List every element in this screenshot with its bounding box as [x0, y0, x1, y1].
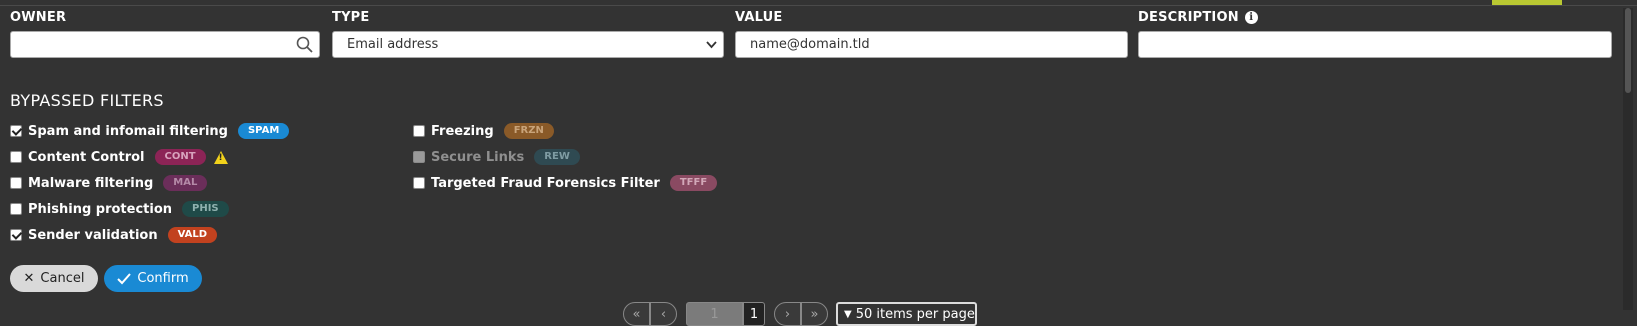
filter-label: Phishing protection [28, 201, 173, 217]
items-per-page-select[interactable]: ▼ 50 items per page [836, 302, 977, 326]
tfff-badge: TFFF [669, 175, 718, 191]
page-input[interactable]: 1 [686, 302, 743, 326]
filter-phishing[interactable]: Phishing protection PHIS [10, 199, 229, 219]
description-input[interactable] [1138, 31, 1612, 58]
filter-label: Content Control [28, 149, 145, 165]
top-divider [0, 0, 1637, 6]
value-label: VALUE [735, 10, 783, 25]
cont-badge: CONT [154, 149, 206, 165]
phishing-checkbox[interactable] [10, 203, 22, 215]
warning-icon: ! [213, 150, 228, 164]
filter-secure-links: Secure Links REW [413, 147, 580, 167]
type-select[interactable]: Email address [332, 31, 724, 58]
mal-badge: MAL [163, 175, 208, 191]
last-page-button[interactable]: » [801, 302, 828, 326]
filter-sender-validation[interactable]: Sender validation VALD [10, 225, 218, 245]
check-icon [117, 272, 132, 284]
secure-links-checkbox [413, 151, 425, 163]
next-page-button[interactable]: › [774, 302, 801, 326]
filter-targeted-fraud[interactable]: Targeted Fraud Forensics Filter TFFF [413, 173, 718, 193]
targeted-fraud-checkbox[interactable] [413, 177, 425, 189]
rew-badge: REW [534, 149, 580, 165]
description-label: DESCRIPTION [1138, 10, 1239, 25]
description-label-wrap: DESCRIPTION i [1138, 10, 1258, 25]
sender-validation-checkbox[interactable] [10, 229, 22, 241]
filter-freezing[interactable]: Freezing FRZN [413, 121, 554, 141]
bypassed-filters-title: BYPASSED FILTERS [10, 91, 164, 110]
first-page-button[interactable]: « [623, 302, 650, 326]
confirm-button[interactable]: Confirm [104, 265, 202, 292]
filter-malware[interactable]: Malware filtering MAL [10, 173, 208, 193]
filter-label: Spam and infomail filtering [28, 123, 228, 139]
chevron-down-icon [706, 41, 717, 49]
value-input[interactable]: name@domain.tld [735, 31, 1128, 58]
freezing-checkbox[interactable] [413, 125, 425, 137]
filter-spam[interactable]: Spam and infomail filtering SPAM [10, 121, 290, 141]
scrollbar-thumb[interactable] [1625, 8, 1631, 93]
owner-search-input[interactable] [10, 31, 320, 58]
malware-checkbox[interactable] [10, 177, 22, 189]
frzn-badge: FRZN [503, 123, 554, 139]
total-pages: 1 [743, 302, 765, 326]
filter-content-control[interactable]: Content Control CONT ! [10, 147, 228, 167]
type-select-value: Email address [347, 37, 439, 52]
owner-label: OWNER [10, 10, 67, 25]
vald-badge: VALD [167, 227, 218, 243]
prev-page-button[interactable]: ‹ [650, 302, 677, 326]
spam-badge: SPAM [237, 123, 290, 139]
filter-label: Sender validation [28, 227, 158, 243]
value-input-text: name@domain.tld [750, 37, 870, 52]
type-label: TYPE [332, 10, 370, 25]
search-icon[interactable] [296, 36, 313, 53]
filter-label: Targeted Fraud Forensics Filter [431, 175, 660, 191]
filter-label: Secure Links [431, 149, 525, 165]
info-icon[interactable]: i [1244, 11, 1258, 24]
caret-down-icon: ▼ [844, 308, 852, 320]
active-tab-indicator [1492, 0, 1562, 5]
spam-checkbox[interactable] [10, 125, 22, 137]
content-control-checkbox[interactable] [10, 151, 22, 163]
cancel-button[interactable]: ✕ Cancel [10, 265, 98, 292]
filter-label: Freezing [431, 123, 494, 139]
close-icon: ✕ [23, 271, 35, 286]
phis-badge: PHIS [182, 201, 229, 217]
filter-label: Malware filtering [28, 175, 154, 191]
